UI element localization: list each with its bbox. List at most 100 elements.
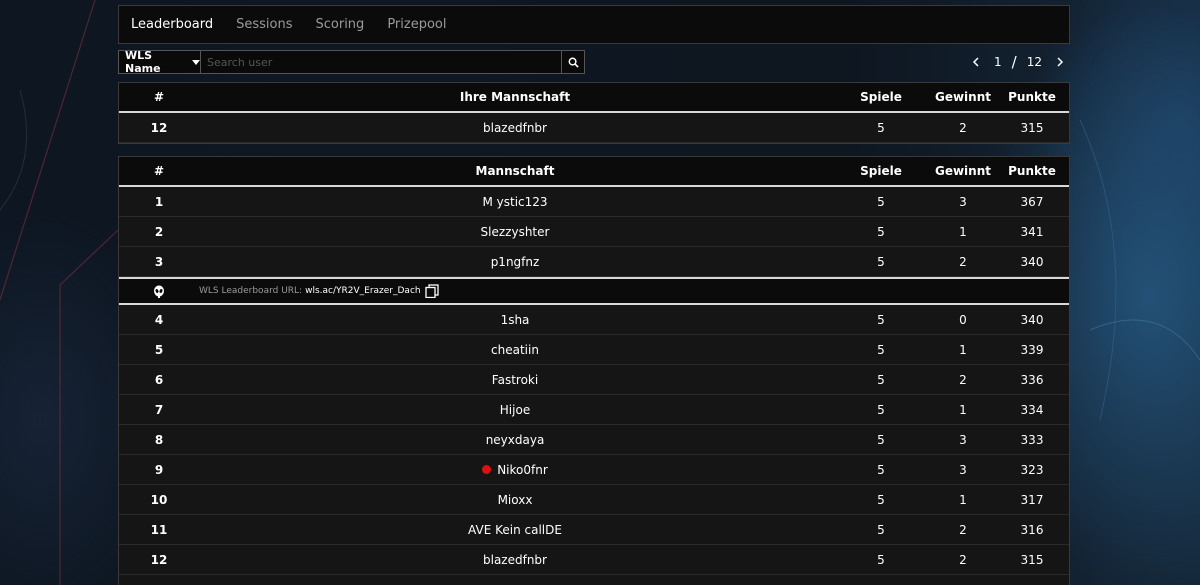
row-team: Niko0fnr	[199, 463, 831, 477]
header-wins: Gewinnt	[934, 90, 991, 104]
copy-icon[interactable]	[424, 284, 439, 298]
row-rank: 9	[154, 462, 164, 477]
header-rank: #	[153, 164, 165, 178]
row-points: 340	[1020, 312, 1044, 327]
row-games: 5	[877, 432, 885, 447]
row-points: 315	[1020, 120, 1044, 135]
banner-url[interactable]: wls.ac/YR2V_Erazer_Dach	[305, 286, 421, 296]
header-games: Spiele	[860, 164, 902, 178]
row-wins: 2	[959, 254, 967, 269]
row-wins: 1	[959, 224, 967, 239]
row-wins: 2	[959, 522, 967, 537]
row-games: 5	[877, 522, 885, 537]
row-points: 323	[1020, 462, 1044, 477]
search-filter-label: WLS Name	[125, 49, 161, 75]
chevron-left-icon	[972, 57, 979, 67]
header-wins: Gewinnt	[934, 164, 991, 178]
row-team-name: Niko0fnr	[497, 462, 548, 477]
row-points: 334	[1020, 402, 1044, 417]
header-games: Spiele	[860, 90, 902, 104]
table-header: # Ihre Mannschaft Spiele Gewinnt Punkte	[119, 83, 1069, 113]
row-rank: 12	[150, 552, 168, 567]
row-rank: 8	[154, 432, 164, 447]
row-team: p1ngfnz	[490, 254, 540, 269]
table-row[interactable]: 7 Hijoe 5 1 334	[119, 395, 1069, 425]
row-rank: 5	[154, 342, 164, 357]
row-wins: 2	[959, 552, 967, 567]
row-rank: 11	[150, 522, 168, 537]
table-row[interactable]: 12 blazedfnbr 5 2 315	[119, 545, 1069, 575]
table-row[interactable]: 9 Niko0fnr 5 3 323	[119, 455, 1069, 485]
row-points: 341	[1020, 224, 1044, 239]
table-row[interactable]: 5 cheatiin 5 1 339	[119, 335, 1069, 365]
row-rank: 7	[154, 402, 164, 417]
row-team: blazedfnbr	[483, 552, 547, 567]
pagination: 1 / 12	[966, 50, 1070, 74]
row-rank: 1	[154, 194, 164, 209]
row-wins: 1	[959, 492, 967, 507]
row-games: 5	[877, 552, 885, 567]
current-page: 1	[994, 55, 1002, 69]
row-games: 5	[877, 402, 885, 417]
table-row[interactable]: 2 Slezzyshter 5 1 341	[119, 217, 1069, 247]
row-team: Slezzyshter	[480, 224, 550, 239]
tab-scoring[interactable]: Scoring	[316, 17, 365, 32]
row-rank: 3	[154, 254, 164, 269]
total-pages: 12	[1026, 55, 1042, 69]
table-row[interactable]: 1 M ystic123 5 3 367	[119, 187, 1069, 217]
header-rank: #	[153, 90, 165, 104]
table-row[interactable]: 4 1sha 5 0 340	[119, 305, 1069, 335]
banner-icon-cell	[119, 285, 199, 298]
row-team: M ystic123	[482, 194, 548, 209]
row-points: 317	[1020, 492, 1044, 507]
row-team: Hijoe	[499, 402, 531, 417]
tab-leaderboard[interactable]: Leaderboard	[131, 17, 213, 32]
row-team: cheatiin	[491, 342, 539, 357]
row-points: 336	[1020, 372, 1044, 387]
chevron-down-icon	[192, 59, 200, 65]
row-rank: 4	[154, 312, 164, 327]
row-points: 340	[1020, 254, 1044, 269]
row-games: 5	[877, 492, 885, 507]
search-button[interactable]	[561, 50, 585, 74]
row-games: 5	[877, 342, 885, 357]
row-rank: 12	[150, 120, 168, 135]
header-team: Ihre Mannschaft	[459, 90, 571, 104]
row-wins: 1	[959, 402, 967, 417]
row-games: 5	[877, 224, 885, 239]
row-wins: 3	[959, 432, 967, 447]
tab-prizepool[interactable]: Prizepool	[387, 17, 446, 32]
alien-icon	[154, 285, 164, 298]
table-row[interactable]: 6 Fastroki 5 2 336	[119, 365, 1069, 395]
banner-label: WLS Leaderboard URL:	[199, 286, 303, 296]
live-indicator-icon	[482, 465, 492, 474]
row-wins: 3	[959, 462, 967, 477]
row-rank: 10	[150, 492, 168, 507]
row-wins: 0	[959, 312, 967, 327]
prev-page-button[interactable]	[966, 57, 986, 67]
row-team: Fastroki	[491, 372, 539, 387]
row-wins: 2	[959, 372, 967, 387]
search-filter-dropdown[interactable]: WLS Name	[118, 49, 201, 75]
table-row[interactable]: 8 neyxdaya 5 3 333	[119, 425, 1069, 455]
row-team: blazedfnbr	[483, 120, 547, 135]
next-page-button[interactable]	[1050, 57, 1070, 67]
tab-sessions[interactable]: Sessions	[236, 17, 292, 32]
table-row[interactable]: 12 blazedfnbr 5 2 315	[119, 113, 1069, 143]
table-row[interactable]: 3 p1ngfnz 5 2 340	[119, 247, 1069, 277]
search-input[interactable]	[200, 50, 562, 74]
banner-text: WLS Leaderboard URL: wls.ac/YR2V_Erazer_…	[199, 284, 439, 298]
table-row[interactable]: 10 Mioxx 5 1 317	[119, 485, 1069, 515]
search-bar: WLS Name 1 / 12	[118, 49, 1070, 75]
row-games: 5	[877, 462, 885, 477]
row-wins: 3	[959, 194, 967, 209]
chevron-right-icon	[1057, 57, 1064, 67]
row-wins: 2	[959, 120, 967, 135]
row-games: 5	[877, 120, 885, 135]
row-team: neyxdaya	[485, 432, 545, 447]
row-games: 5	[877, 372, 885, 387]
row-points: 316	[1020, 522, 1044, 537]
header-team: Mannschaft	[475, 164, 555, 178]
table-row[interactable]: 11 AVE Kein callDE 5 2 316	[119, 515, 1069, 545]
row-games: 5	[877, 312, 885, 327]
